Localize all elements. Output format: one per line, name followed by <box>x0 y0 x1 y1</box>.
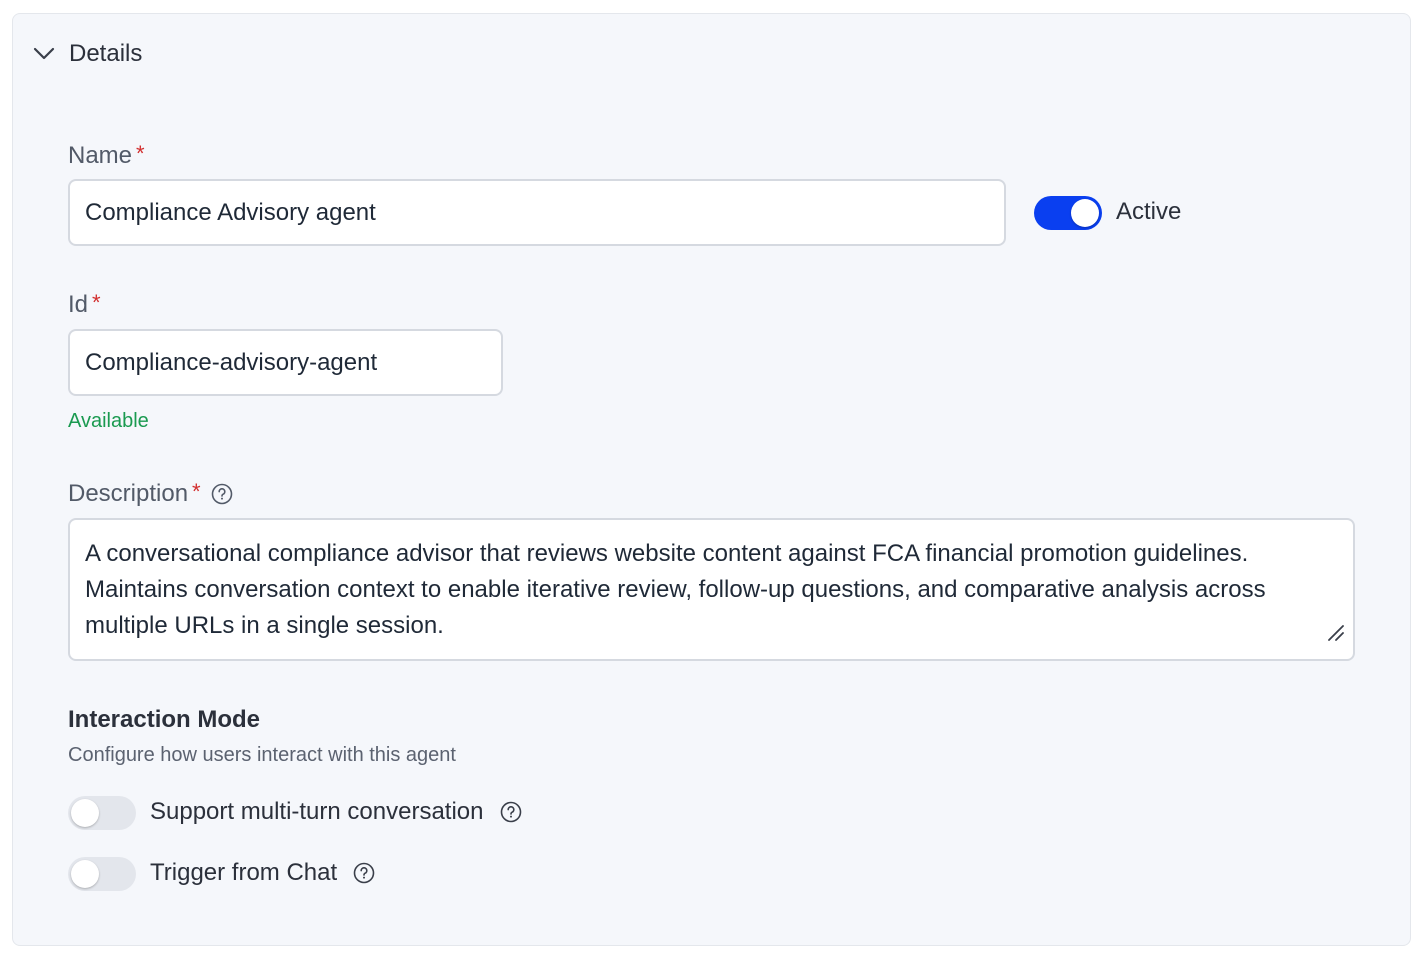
question-circle-icon[interactable] <box>353 862 375 884</box>
multi-turn-option: Support multi-turn conversation <box>150 798 522 826</box>
active-label: Active <box>1116 198 1182 225</box>
toggle-knob <box>71 860 99 888</box>
description-label: Description * <box>68 479 233 508</box>
trigger-from-chat-toggle[interactable] <box>68 857 136 891</box>
required-mark: * <box>136 141 145 166</box>
description-text: A conversational compliance advisor that… <box>85 540 1266 639</box>
description-label-text: Description <box>68 480 189 507</box>
interaction-mode-description: Configure how users interact with this a… <box>68 744 456 766</box>
active-toggle[interactable] <box>1034 196 1102 230</box>
name-label: Name * <box>68 141 145 170</box>
description-textarea[interactable]: A conversational compliance advisor that… <box>68 518 1355 661</box>
trigger-from-chat-label: Trigger from Chat <box>150 859 338 886</box>
id-input[interactable]: Compliance-advisory-agent <box>68 329 503 396</box>
toggle-knob <box>71 799 99 827</box>
id-label: Id * <box>68 290 101 319</box>
interaction-mode-title: Interaction Mode <box>68 706 261 733</box>
question-circle-icon[interactable] <box>500 801 522 823</box>
multi-turn-toggle[interactable] <box>68 796 136 830</box>
id-label-text: Id <box>68 291 89 318</box>
details-panel: Details Name * Compliance Advisory agent… <box>12 13 1411 946</box>
name-label-text: Name <box>68 142 133 169</box>
required-mark: * <box>192 479 201 504</box>
trigger-from-chat-option: Trigger from Chat <box>150 859 375 887</box>
id-availability-status: Available <box>68 410 149 432</box>
resize-grip-icon[interactable] <box>1325 617 1345 653</box>
details-section-toggle[interactable]: Details <box>33 40 142 68</box>
section-title: Details <box>69 40 143 67</box>
chevron-down-icon <box>33 47 55 61</box>
required-mark: * <box>92 290 101 315</box>
question-circle-icon[interactable] <box>211 483 233 505</box>
toggle-knob <box>1071 199 1099 227</box>
multi-turn-label: Support multi-turn conversation <box>150 798 484 825</box>
name-input[interactable]: Compliance Advisory agent <box>68 179 1006 246</box>
